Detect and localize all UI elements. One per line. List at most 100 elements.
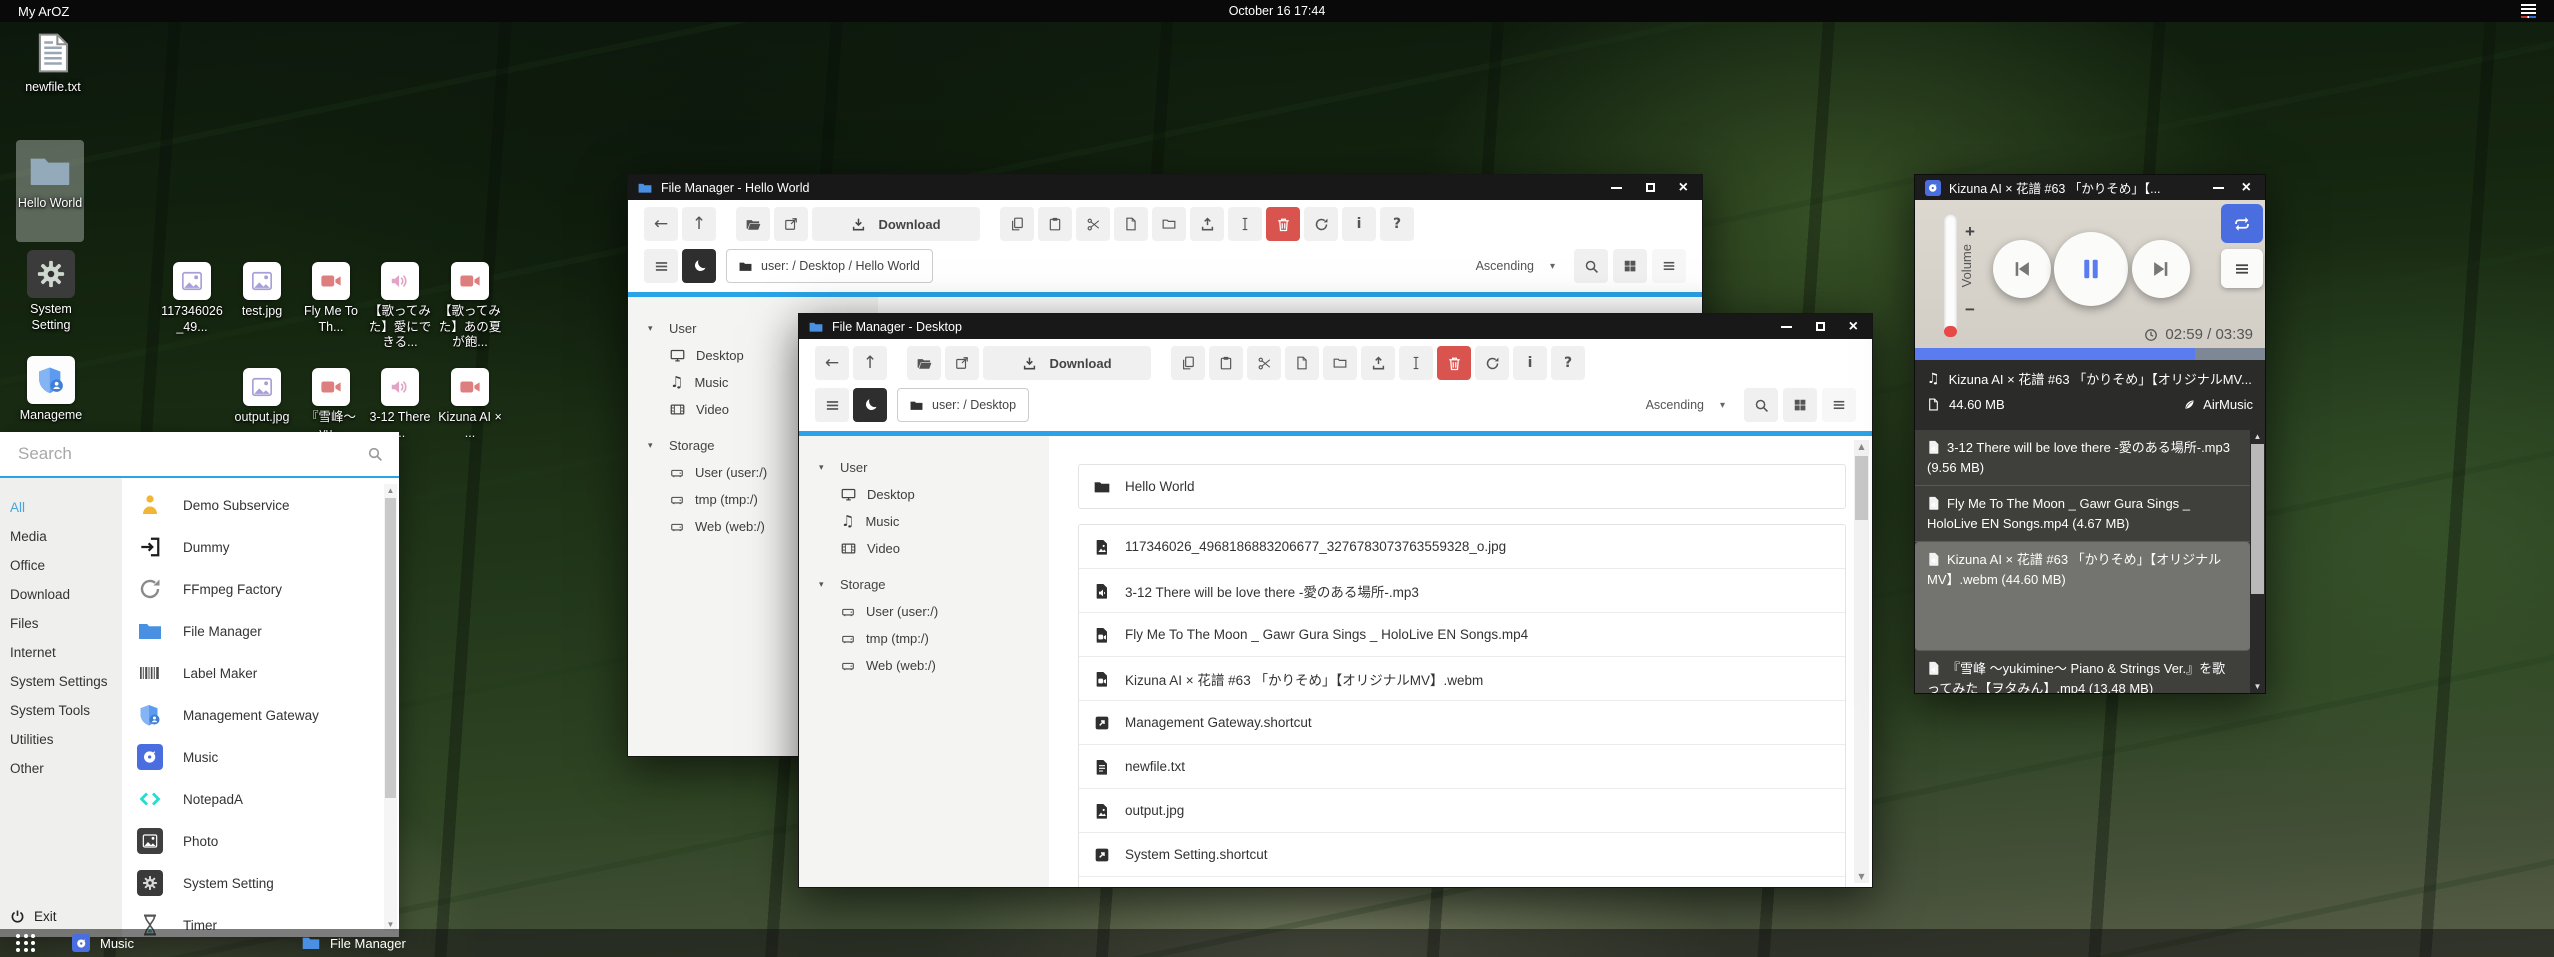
category-system-tools[interactable]: System Tools [0, 696, 122, 725]
file-row[interactable]: newfile.txt [1079, 744, 1845, 788]
minimize-button[interactable] [1781, 326, 1792, 328]
scrollbar-thumb[interactable] [385, 498, 396, 798]
up-button[interactable]: ↑ [853, 346, 887, 380]
sidebar-item-music[interactable]: ♫Music [799, 508, 1049, 535]
desktop-icon-test-jpg[interactable]: test.jpg [228, 262, 296, 320]
app-item-label-maker[interactable]: Label Maker [122, 652, 399, 694]
refresh-button[interactable] [1475, 346, 1509, 380]
paste-button[interactable] [1038, 207, 1072, 241]
new-folder-button[interactable] [1152, 207, 1186, 241]
category-media[interactable]: Media [0, 522, 122, 551]
new-file-button[interactable] [1285, 346, 1319, 380]
app-item-notepada[interactable]: NotepadA [122, 778, 399, 820]
desktop-icon-117346026[interactable]: 117346026_49... [158, 262, 226, 335]
category-internet[interactable]: Internet [0, 638, 122, 667]
sidebar-item-video[interactable]: Video [799, 535, 1049, 562]
open-new-window-button[interactable] [945, 346, 979, 380]
dark-mode-button[interactable] [853, 388, 887, 422]
volume-slider[interactable] [1944, 213, 1957, 337]
list-view-button[interactable] [1652, 249, 1686, 283]
app-item-file-manager[interactable]: File Manager [122, 610, 399, 652]
info-button[interactable]: i [1342, 207, 1376, 241]
desktop-icon-system-setting[interactable]: System Setting [17, 250, 85, 333]
taskbar-item-file-manager[interactable]: File Manager [302, 934, 406, 952]
playlist-item[interactable]: Fly Me To The Moon _ Gawr Gura Sings _ H… [1915, 486, 2250, 542]
upload-button[interactable] [1190, 207, 1224, 241]
pause-button[interactable] [2054, 232, 2128, 306]
menu-button[interactable] [644, 249, 678, 283]
desktop-icon-newfile[interactable]: newfile.txt [19, 30, 87, 96]
playlist-item[interactable]: 『雪峰 ～yukimine～ Piano & Strings Ver.』を歌って… [1915, 651, 2250, 693]
minimize-button[interactable] [2213, 187, 2224, 189]
sort-dropdown[interactable]: Ascending▾ [1462, 249, 1569, 283]
category-all[interactable]: All [0, 493, 122, 522]
exit-button[interactable]: Exit [10, 909, 57, 924]
cut-button[interactable] [1247, 346, 1281, 380]
scrollbar-thumb[interactable] [2251, 444, 2264, 594]
file-row[interactable]: Fly Me To The Moon _ Gawr Gura Sings _ H… [1079, 612, 1845, 656]
breadcrumb[interactable]: user: / Desktop [897, 388, 1029, 422]
breadcrumb[interactable]: user: / Desktop / Hello World [726, 249, 933, 283]
category-office[interactable]: Office [0, 551, 122, 580]
delete-button[interactable] [1266, 207, 1300, 241]
search-button[interactable] [1574, 249, 1608, 283]
search-input[interactable] [16, 443, 357, 465]
delete-button[interactable] [1437, 346, 1471, 380]
app-launcher-grid-icon[interactable] [16, 934, 36, 952]
close-button[interactable]: × [1679, 180, 1688, 196]
file-row-folder[interactable]: Hello World [1078, 464, 1846, 509]
desktop-icon-kizuna-ai[interactable]: Kizuna AI × ... [436, 368, 504, 441]
desktop-icon-utattemita-ai[interactable]: 【歌ってみた】愛にできる... [366, 262, 434, 351]
volume-down-label[interactable]: − [1965, 300, 1975, 320]
desktop-icon-utattemita-anonatsu[interactable]: 【歌ってみた】あの夏が飽... [436, 262, 504, 351]
copy-button[interactable] [1000, 207, 1034, 241]
scroll-down-icon[interactable]: ▼ [1854, 872, 1869, 881]
app-item-management-gateway[interactable]: Management Gateway [122, 694, 399, 736]
open-new-window-button[interactable] [774, 207, 808, 241]
desktop-icon-fly-me-to-the-moon[interactable]: Fly Me To Th... [297, 262, 365, 335]
titlebar[interactable]: Kizuna AI × 花譜 #63 「かりそめ」【... × [1915, 175, 2265, 200]
category-download[interactable]: Download [0, 580, 122, 609]
file-row-partial[interactable] [1079, 876, 1845, 887]
file-row[interactable]: Management Gateway.shortcut [1079, 700, 1845, 744]
dark-mode-button[interactable] [682, 249, 716, 283]
sidebar-item-tmp-drive[interactable]: tmp (tmp:/) [799, 625, 1049, 652]
list-view-button[interactable] [1822, 388, 1856, 422]
volume-up-label[interactable]: + [1965, 222, 1975, 242]
file-row[interactable]: output.jpg [1079, 788, 1845, 832]
titlebar[interactable]: File Manager - Desktop × [799, 314, 1872, 339]
desktop-icon-hello-world[interactable]: Hello World [16, 140, 84, 242]
category-system-settings[interactable]: System Settings [0, 667, 122, 696]
taskbar-item-music[interactable]: Music [72, 934, 134, 952]
upload-button[interactable] [1361, 346, 1395, 380]
sort-dropdown[interactable]: Ascending▾ [1632, 388, 1739, 422]
download-button[interactable]: Download [812, 207, 980, 241]
new-folder-button[interactable] [1323, 346, 1357, 380]
seek-bar[interactable] [1915, 348, 2265, 360]
previous-track-button[interactable] [1993, 240, 2051, 298]
titlebar[interactable]: File Manager - Hello World × [628, 175, 1702, 200]
info-button[interactable]: i [1513, 346, 1547, 380]
grid-view-button[interactable] [1783, 388, 1817, 422]
playlist-menu-button[interactable] [2221, 249, 2263, 288]
maximize-button[interactable] [1646, 183, 1655, 192]
search-button[interactable] [1744, 388, 1778, 422]
app-list-scrollbar[interactable]: ▲ ▼ [384, 484, 397, 931]
scroll-up-icon[interactable]: ▲ [1854, 442, 1869, 451]
copy-button[interactable] [1171, 346, 1205, 380]
topbar-menu-icon[interactable] [2521, 4, 2536, 18]
file-row[interactable]: System Setting.shortcut [1079, 832, 1845, 876]
scroll-down-icon[interactable]: ▼ [2250, 682, 2265, 691]
app-item-photo[interactable]: Photo [122, 820, 399, 862]
file-row[interactable]: 3-12 There will be love there -愛のある場所-.m… [1079, 568, 1845, 612]
help-button[interactable]: ? [1551, 346, 1585, 380]
sidebar-group-storage[interactable]: ▾Storage [799, 571, 1049, 598]
next-track-button[interactable] [2132, 240, 2190, 298]
file-row[interactable]: Kizuna AI × 花譜 #63 「かりそめ」【オリジナルMV】.webm [1079, 656, 1845, 700]
open-button[interactable] [907, 346, 941, 380]
help-button[interactable]: ? [1380, 207, 1414, 241]
paste-button[interactable] [1209, 346, 1243, 380]
scroll-up-icon[interactable]: ▲ [384, 486, 397, 495]
close-button[interactable]: × [2242, 180, 2251, 196]
playlist-scrollbar[interactable]: ▲ ▼ [2250, 430, 2265, 693]
